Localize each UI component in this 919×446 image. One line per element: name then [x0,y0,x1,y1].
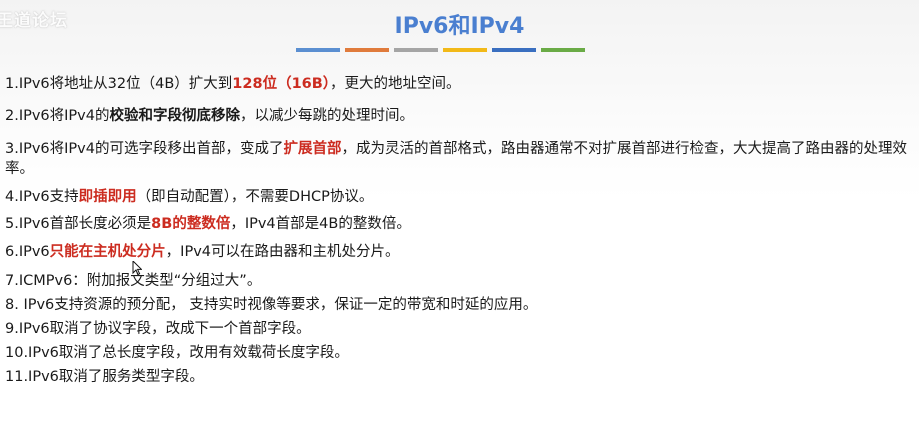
comparison-list: 1.IPv6将地址从32位（4B）扩大到128位（16B），更大的地址空间。 2… [5,70,910,387]
item-6-rest: ，IPv4可以在路由器和主机处分片。 [165,244,400,260]
list-item-1: 1.IPv6将地址从32位（4B）扩大到128位（16B），更大的地址空间。 [5,74,910,94]
item-4-rest: （即自动配置），不需要DHCP协议。 [136,189,374,205]
item-9-text: 9.IPv6取消了协议字段，改成下一个首部字段。 [5,321,311,337]
list-item-8: 8. IPv6支持资源的预分配， 支持实时视像等要求，保证一定的带宽和时延的应用… [5,295,910,315]
item-1-highlight: 128位（16B） [232,76,331,92]
item-4-highlight: 即插即用 [78,189,137,205]
item-11-text: 11.IPv6取消了服务类型字段。 [5,369,204,385]
color-bar-segment-2 [345,48,389,52]
item-2-rest: ，以减少每跳的处理时间。 [240,108,414,124]
slide: 王道论坛 IPv6和IPv4 1.IPv6将地址从32位（4B）扩大到128位（… [0,0,919,446]
item-5-text: 5.IPv6首部长度必须是 [5,216,152,232]
item-6-highlight: 只能在主机处分片 [49,244,166,260]
color-bar-segment-4 [443,48,487,52]
item-1-text: 1.IPv6将地址从32位（4B）扩大到 [5,76,233,92]
item-10-text: 10.IPv6取消了总长度字段，改用有效载荷长度字段。 [5,345,349,361]
item-5-rest: ，IPv4首部是4B的整数倍。 [230,216,411,232]
color-bar-segment-6 [541,48,585,52]
list-item-3: 3.IPv6将IPv4的可选字段移出首部，变成了扩展首部，成为灵活的首部格式，路… [5,139,910,179]
list-item-11: 11.IPv6取消了服务类型字段。 [5,367,910,387]
item-6-text: 6.IPv6 [5,244,50,260]
item-3-text: 3.IPv6将IPv4的可选字段移出首部，变成了 [5,141,284,157]
list-item-2: 2.IPv6将IPv4的校验和字段彻底移除，以减少每跳的处理时间。 [5,106,910,126]
item-3-highlight: 扩展首部 [283,141,342,157]
list-item-10: 10.IPv6取消了总长度字段，改用有效载荷长度字段。 [5,343,910,363]
color-bar-segment-3 [394,48,438,52]
color-bar-segment-1 [296,48,340,52]
item-2-text: 2.IPv6将IPv4的 [5,108,110,124]
item-5-highlight: 8B的整数倍 [151,216,231,232]
color-bar-segment-5 [492,48,536,52]
list-item-9: 9.IPv6取消了协议字段，改成下一个首部字段。 [5,319,910,339]
title-color-bar [296,48,585,52]
list-item-5: 5.IPv6首部长度必须是8B的整数倍，IPv4首部是4B的整数倍。 [5,214,910,234]
item-7-text: 7.ICMPv6：附加报文类型“分组过大”。 [5,273,262,289]
item-1-rest: ，更大的地址空间。 [330,76,461,92]
list-item-4: 4.IPv6支持即插即用（即自动配置），不需要DHCP协议。 [5,187,910,207]
item-8-text: 8. IPv6支持资源的预分配， 支持实时视像等要求，保证一定的带宽和时延的应用… [5,297,538,313]
slide-title: IPv6和IPv4 [394,14,525,39]
mouse-cursor-icon [132,261,142,275]
item-4-text: 4.IPv6支持 [5,189,79,205]
item-2-emphasis: 校验和字段彻底移除 [109,108,241,124]
list-item-6: 6.IPv6只能在主机处分片，IPv4可以在路由器和主机处分片。 [5,242,910,262]
